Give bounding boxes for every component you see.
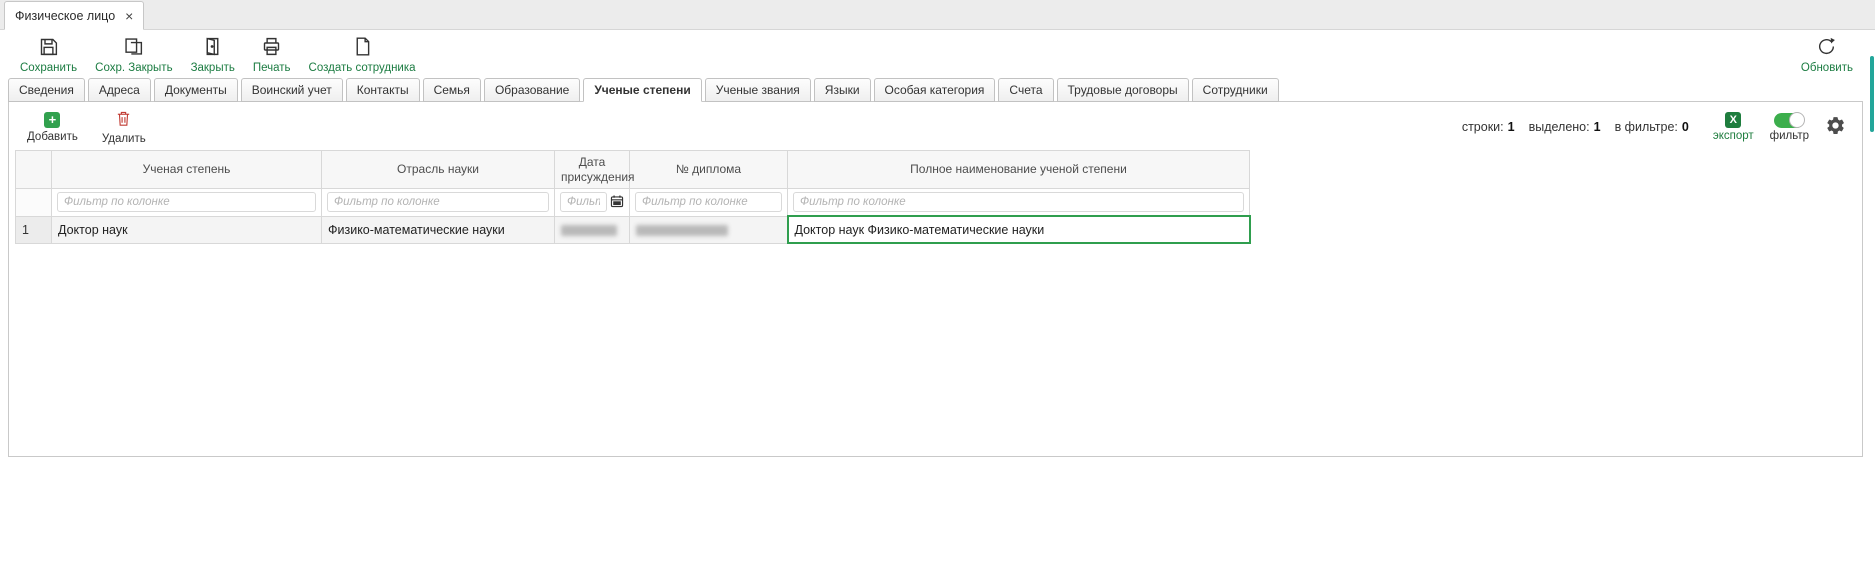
vertical-scrollbar[interactable] (1870, 30, 1875, 579)
tab-yazyki[interactable]: Языки (814, 78, 871, 102)
calendar-button[interactable] (610, 194, 624, 211)
main-toolbar: Сохранить Сохр. Закрыть Закрыть Печать С… (0, 30, 1875, 78)
document-tab-person[interactable]: Физическое лицо × (4, 1, 144, 30)
tab-trudovye-dogovory[interactable]: Трудовые договоры (1057, 78, 1189, 102)
trash-icon (115, 110, 132, 130)
full-name-cell-selected[interactable]: Доктор наук Физико-математические науки (788, 216, 1250, 243)
close-icon[interactable]: × (125, 9, 133, 23)
filter-input-diploma-number[interactable] (635, 192, 782, 212)
create-employee-icon (352, 36, 373, 60)
grid-toolbar-right: строки: 1 выделено: 1 в фильтре: 0 X экс… (1462, 112, 1846, 142)
document-tabbar: Физическое лицо × (0, 0, 1875, 30)
filter-input-science-branch[interactable] (327, 192, 549, 212)
print-button-label: Печать (253, 62, 291, 74)
tab-dokumenty[interactable]: Документы (154, 78, 238, 102)
table-row[interactable]: 1 Доктор наук Физико-математические наук… (16, 216, 1250, 243)
rows-count: строки: 1 (1462, 120, 1515, 134)
column-header-degree[interactable]: Ученая степень (52, 151, 322, 189)
in-filter-count-label: в фильтре: (1615, 120, 1678, 134)
grid-stats: строки: 1 выделено: 1 в фильтре: 0 (1462, 120, 1689, 134)
column-header-full-name[interactable]: Полное наименование ученой степени (788, 151, 1250, 189)
filter-toggle-block: фильтр (1770, 112, 1809, 142)
close-button[interactable]: Закрыть (183, 35, 243, 75)
filter-input-award-date[interactable] (560, 192, 607, 212)
tab-adresa[interactable]: Адреса (88, 78, 151, 102)
diploma-number-cell[interactable] (630, 216, 788, 243)
award-date-cell[interactable] (555, 216, 630, 243)
export-excel-button[interactable]: X экспорт (1713, 112, 1754, 142)
tab-svedeniya[interactable]: Сведения (8, 78, 85, 102)
table-header-row: Ученая степень Отрасль науки Дата присуж… (16, 151, 1250, 189)
filter-cell-empty (16, 189, 52, 217)
print-icon (261, 36, 282, 60)
in-filter-count: в фильтре: 0 (1615, 120, 1689, 134)
filter-input-degree[interactable] (57, 192, 316, 212)
column-header-science-branch[interactable]: Отрасль науки (322, 151, 555, 189)
add-icon: + (44, 112, 60, 128)
in-filter-count-value: 0 (1682, 120, 1689, 134)
selected-count-label: выделено: (1529, 120, 1590, 134)
tab-uchenye-zvaniya[interactable]: Ученые звания (705, 78, 811, 102)
tab-obrazovanie[interactable]: Образование (484, 78, 580, 102)
tab-scheta[interactable]: Счета (998, 78, 1053, 102)
document-tab-title: Физическое лицо (15, 9, 115, 23)
tab-semya[interactable]: Семья (423, 78, 481, 102)
close-doc-icon (202, 36, 223, 60)
filter-toggle-label: фильтр (1770, 130, 1809, 142)
tab-voinskiy-uchet[interactable]: Воинский учет (241, 78, 343, 102)
grid-toolbar: + Добавить Удалить строки: 1 выделено: 1… (9, 102, 1862, 150)
gear-icon (1825, 115, 1846, 139)
save-close-button[interactable]: Сохр. Закрыть (87, 35, 180, 75)
table-filter-row (16, 189, 1250, 217)
tab-osobaya-kategoriya[interactable]: Особая категория (874, 78, 996, 102)
row-number-header (16, 151, 52, 189)
add-button[interactable]: + Добавить (15, 110, 90, 145)
export-label: экспорт (1713, 130, 1754, 142)
filter-toggle[interactable] (1774, 113, 1804, 128)
tab-content-panel: + Добавить Удалить строки: 1 выделено: 1… (8, 101, 1863, 457)
page-tabs: Сведения Адреса Документы Воинский учет … (0, 78, 1875, 101)
create-employee-button[interactable]: Создать сотрудника (301, 35, 424, 75)
filter-cell-diploma-number (630, 189, 788, 217)
column-header-award-date[interactable]: Дата присуждения (555, 151, 630, 189)
tab-uchenye-stepeni[interactable]: Ученые степени (583, 78, 701, 102)
save-close-icon (123, 36, 144, 60)
selected-count: выделено: 1 (1529, 120, 1601, 134)
refresh-button[interactable]: Обновить (1793, 35, 1861, 75)
delete-button[interactable]: Удалить (90, 108, 158, 147)
filter-cell-science-branch (322, 189, 555, 217)
save-button[interactable]: Сохранить (12, 35, 85, 75)
science-branch-cell[interactable]: Физико-математические науки (322, 216, 555, 243)
excel-icon: X (1725, 112, 1741, 128)
save-icon (38, 36, 59, 60)
delete-button-label: Удалить (102, 133, 146, 145)
filter-cell-degree (52, 189, 322, 217)
tab-sotrudniki[interactable]: Сотрудники (1192, 78, 1279, 102)
row-number-cell: 1 (16, 216, 52, 243)
save-button-label: Сохранить (20, 62, 77, 74)
refresh-icon (1816, 36, 1837, 60)
filter-input-full-name[interactable] (793, 192, 1244, 212)
rows-count-label: строки: (1462, 120, 1504, 134)
redacted-award-date (561, 225, 617, 236)
filter-toggle-knob (1789, 112, 1805, 128)
calendar-icon (610, 194, 624, 211)
close-button-label: Закрыть (191, 62, 235, 74)
refresh-button-label: Обновить (1801, 62, 1853, 74)
rows-count-value: 1 (1508, 120, 1515, 134)
tab-kontakty[interactable]: Контакты (346, 78, 420, 102)
filter-cell-full-name (788, 189, 1250, 217)
settings-button[interactable] (1825, 115, 1846, 139)
save-close-button-label: Сохр. Закрыть (95, 62, 172, 74)
degree-cell[interactable]: Доктор наук (52, 216, 322, 243)
create-employee-button-label: Создать сотрудника (309, 62, 416, 74)
filter-cell-award-date (555, 189, 630, 217)
redacted-diploma-number (636, 225, 728, 236)
print-button[interactable]: Печать (245, 35, 299, 75)
add-button-label: Добавить (27, 131, 78, 143)
selected-count-value: 1 (1594, 120, 1601, 134)
degrees-table: Ученая степень Отрасль науки Дата присуж… (15, 150, 1251, 244)
column-header-diploma-number[interactable]: № диплома (630, 151, 788, 189)
